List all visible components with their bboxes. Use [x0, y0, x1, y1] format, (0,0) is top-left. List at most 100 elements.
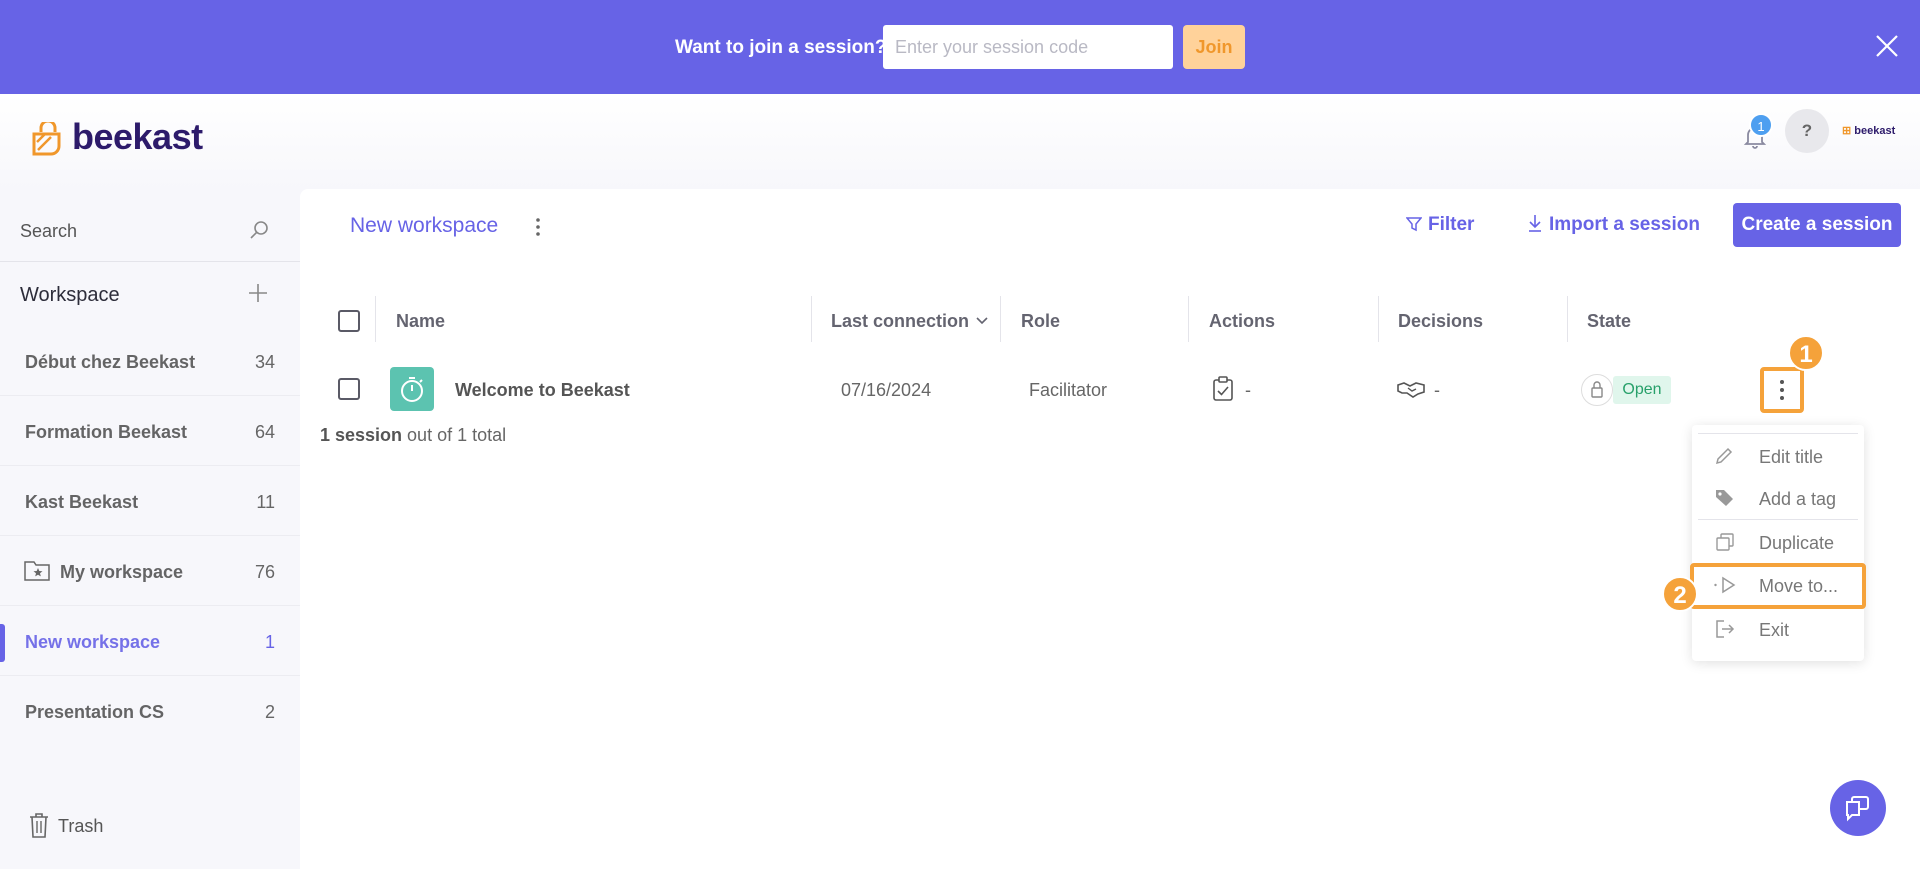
workspace-options-icon[interactable]: [530, 215, 546, 239]
help-button[interactable]: ?: [1785, 109, 1829, 153]
menu-item-add-tag[interactable]: Add a tag: [1692, 477, 1864, 519]
app-header: beekast 1 ? ⊞ beekast: [0, 94, 1920, 189]
column-header-decisions[interactable]: Decisions: [1398, 311, 1483, 332]
menu-item-duplicate[interactable]: Duplicate: [1692, 521, 1864, 563]
search-label: Search: [20, 221, 78, 241]
sidebar-item-count: 2: [264, 702, 275, 722]
brand-mini-text: beekast: [1854, 125, 1896, 137]
status-badge: Open: [1613, 376, 1671, 404]
filter-icon: [1406, 217, 1422, 232]
trash-icon: [30, 813, 48, 838]
sidebar-item-label: My workspace: [60, 562, 184, 582]
session-thumbnail: [390, 367, 434, 411]
clipboard-check-icon: [1213, 376, 1233, 401]
handshake-icon: [1397, 382, 1425, 398]
import-session-button[interactable]: Import a session: [1527, 214, 1700, 236]
filter-button[interactable]: Filter: [1406, 214, 1474, 236]
select-all-checkbox[interactable]: [338, 310, 360, 332]
decisions-value: -: [1434, 380, 1440, 400]
close-icon[interactable]: [1874, 33, 1900, 59]
session-count-summary: 1 session out of 1 total: [320, 425, 506, 446]
role-value: Facilitator: [1029, 380, 1108, 400]
session-options-button[interactable]: [1760, 367, 1804, 413]
chat-support-button[interactable]: [1830, 780, 1886, 836]
sidebar-item-count: 64: [254, 422, 275, 442]
import-label: Import a session: [1549, 214, 1700, 235]
menu-item-exit[interactable]: Exit: [1692, 608, 1864, 650]
session-name[interactable]: Welcome to Beekast: [455, 380, 630, 401]
pencil-icon: [1715, 447, 1733, 465]
column-header-role[interactable]: Role: [1021, 311, 1060, 332]
account-brand[interactable]: ⊞ beekast: [1842, 124, 1895, 137]
menu-item-edit-title[interactable]: Edit title: [1692, 435, 1864, 477]
filter-label: Filter: [1428, 214, 1475, 235]
sessions-panel: New workspace Filter Import a session Cr…: [300, 189, 1920, 869]
sidebar-item-my-workspace[interactable]: My workspace 76: [0, 536, 300, 606]
lock-icon: [1581, 374, 1613, 406]
summary-total: out of 1 total: [402, 425, 507, 445]
join-button[interactable]: Join: [1183, 25, 1245, 69]
join-prompt: Want to join a session?: [675, 37, 887, 58]
sidebar-item-label: Début chez Beekast: [25, 352, 196, 372]
sidebar-item-presentation-cs[interactable]: Presentation CS 2: [0, 676, 300, 746]
summary-count: 1 session: [320, 425, 403, 445]
session-context-menu: Edit title Add a tag Duplicate Move to..…: [1692, 425, 1864, 661]
column-divider: [375, 296, 376, 342]
kebab-icon: [1780, 380, 1784, 400]
sidebar-item-kast-beekast[interactable]: Kast Beekast 11: [0, 466, 300, 536]
sidebar-item-label: Kast Beekast: [25, 492, 139, 512]
sidebar: Search Workspace Début chez Beekast 34 F…: [0, 189, 300, 869]
actions-value: -: [1245, 380, 1251, 400]
column-header-label: Last connection: [831, 311, 970, 331]
menu-divider: [1698, 519, 1858, 520]
column-header-name[interactable]: Name: [396, 311, 445, 332]
last-connection-value: 07/16/2024: [841, 380, 932, 400]
column-header-state[interactable]: State: [1587, 311, 1631, 332]
menu-item-label: Edit title: [1759, 447, 1824, 467]
move-to-highlight: [1690, 563, 1866, 609]
create-session-button[interactable]: Create a session: [1733, 203, 1901, 247]
workspace-header: Workspace: [20, 284, 120, 306]
sidebar-item-debut-chez-beekast[interactable]: Début chez Beekast 34: [0, 326, 300, 396]
sort-chevron-down-icon[interactable]: [975, 316, 989, 326]
sidebar-search[interactable]: Search: [0, 189, 300, 262]
starred-folder-icon: [24, 561, 50, 581]
logo-icon: [32, 122, 61, 156]
download-icon: [1529, 215, 1541, 232]
menu-item-label: Duplicate: [1759, 533, 1835, 553]
sidebar-item-label: New workspace: [25, 632, 161, 652]
stopwatch-icon: [401, 377, 423, 402]
join-session-banner: Want to join a session? Join: [0, 0, 1920, 94]
column-divider: [1000, 296, 1001, 342]
search-icon[interactable]: [248, 219, 270, 241]
trash-label: Trash: [58, 816, 104, 836]
add-workspace-icon[interactable]: [246, 281, 270, 305]
menu-divider: [1698, 433, 1858, 434]
padlock-glyph: [1591, 381, 1603, 398]
sidebar-item-count: 34: [254, 352, 275, 372]
sidebar-item-formation-beekast[interactable]: Formation Beekast 64: [0, 396, 300, 466]
step-marker: 1: [1788, 335, 1824, 371]
tag-icon: [1716, 490, 1733, 506]
column-header-actions[interactable]: Actions: [1209, 311, 1275, 332]
column-divider: [1378, 296, 1379, 342]
column-divider: [1567, 296, 1568, 342]
sidebar-item-new-workspace[interactable]: New workspace 1: [0, 606, 300, 676]
mini-logo-icon: ⊞: [1842, 125, 1855, 137]
step-marker: 2: [1662, 576, 1698, 612]
column-divider: [1188, 296, 1189, 342]
sidebar-item-label: Presentation CS: [25, 702, 165, 722]
logo-text: beekast: [72, 116, 203, 157]
session-code-input[interactable]: [883, 25, 1173, 69]
exit-icon: [1716, 620, 1735, 638]
column-divider: [811, 296, 812, 342]
sidebar-item-count: 11: [256, 492, 275, 512]
row-checkbox[interactable]: [338, 378, 360, 400]
copy-icon: [1716, 533, 1734, 551]
chat-icon: [1846, 796, 1869, 822]
menu-item-label: Add a tag: [1759, 489, 1837, 509]
column-header-last-connection[interactable]: Last connection: [831, 311, 989, 332]
notification-badge: 1: [1749, 113, 1773, 137]
page-title: New workspace: [350, 214, 499, 237]
menu-item-label: Exit: [1759, 620, 1790, 640]
